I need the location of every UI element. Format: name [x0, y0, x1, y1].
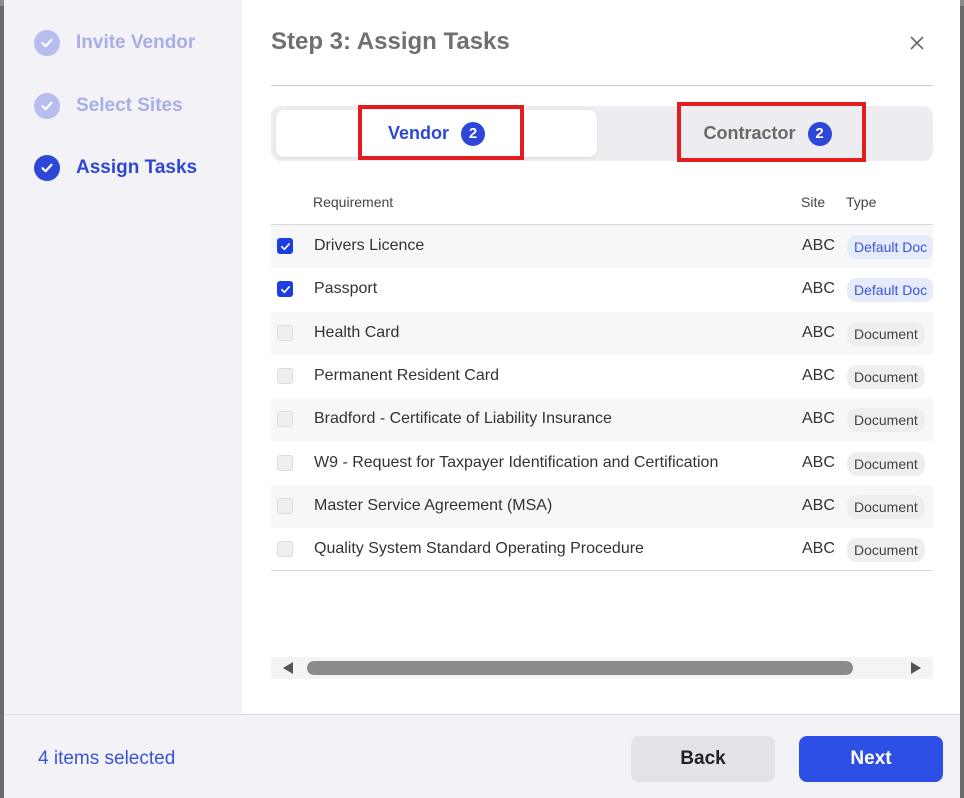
scroll-right-icon[interactable] — [911, 662, 921, 674]
site-value: ABC — [802, 540, 835, 558]
site-value: ABC — [802, 453, 835, 471]
site-value: ABC — [802, 323, 835, 341]
divider — [271, 570, 933, 571]
type-badge: Document — [847, 321, 925, 346]
requirement-name: Passport — [314, 280, 378, 298]
scroll-thumb[interactable] — [307, 661, 853, 675]
requirement-name: Master Service Agreement (MSA) — [314, 496, 553, 514]
checkmark-icon — [280, 285, 290, 293]
checkbox-checked[interactable] — [277, 238, 293, 254]
table-row[interactable]: Drivers Licence ABC Default Doc — [271, 225, 933, 268]
site-value: ABC — [802, 496, 835, 514]
checkbox[interactable] — [277, 367, 293, 384]
table-row[interactable]: Quality System Standard Operating Proced… — [271, 528, 933, 571]
site-value: ABC — [802, 410, 835, 428]
tab-contractor[interactable]: Contractor 2 — [607, 110, 928, 157]
requirement-name: Health Card — [314, 323, 400, 341]
step-label: Invite Vendor — [76, 32, 196, 53]
table-row[interactable]: Bradford - Certificate of Liability Insu… — [271, 398, 933, 442]
requirement-name: Drivers Licence — [314, 237, 425, 254]
step-content: Step 3: Assign Tasks Vendor 2 Contractor… — [242, 0, 960, 714]
close-button[interactable] — [906, 32, 928, 54]
checkbox[interactable] — [277, 411, 293, 428]
tab-label: Contractor — [703, 123, 796, 143]
assign-tasks-modal: Invite Vendor Select Sites Assign Tasks … — [4, 0, 960, 798]
checkbox[interactable] — [277, 324, 293, 341]
site-value: ABC — [802, 237, 835, 254]
checkbox[interactable] — [277, 497, 293, 514]
checkbox[interactable] — [277, 541, 293, 558]
site-value: ABC — [802, 280, 835, 298]
check-circle-icon — [34, 155, 60, 181]
step-assign-tasks[interactable]: Assign Tasks — [34, 153, 197, 183]
step-invite-vendor[interactable]: Invite Vendor — [34, 28, 195, 58]
count-badge: 2 — [461, 121, 485, 146]
type-badge: Document — [847, 494, 925, 519]
step-label: Select Sites — [76, 95, 183, 116]
check-circle-icon — [34, 93, 60, 119]
site-value: ABC — [802, 366, 835, 384]
horizontal-scrollbar[interactable] — [271, 657, 933, 679]
requirement-name: Permanent Resident Card — [314, 366, 499, 384]
type-badge: Document — [847, 408, 925, 433]
table-row[interactable]: Health Card ABC Document — [271, 311, 933, 355]
table-header: Requirement Site Type — [271, 185, 933, 225]
table-row[interactable]: W9 - Request for Taxpayer Identification… — [271, 442, 933, 485]
table-row[interactable]: Permanent Resident Card ABC Document — [271, 355, 933, 398]
requirements-table: Requirement Site Type Drivers Licence ABC… — [271, 185, 933, 571]
requirement-name: W9 - Request for Taxpayer Identification… — [314, 453, 719, 471]
tab-label: Vendor — [387, 123, 449, 143]
requirement-name: Quality System Standard Operating Proced… — [314, 540, 644, 558]
column-header-requirement[interactable]: Requirement — [313, 194, 393, 210]
tab-bar: Vendor 2 Contractor 2 — [271, 106, 933, 161]
scroll-left-icon[interactable] — [283, 662, 293, 674]
type-badge: Document — [847, 538, 925, 563]
check-circle-icon — [34, 30, 60, 56]
step-label: Assign Tasks — [76, 157, 198, 178]
step-select-sites[interactable]: Select Sites — [34, 91, 183, 121]
type-badge: Default Doc — [847, 235, 933, 259]
column-header-type[interactable]: Type — [846, 194, 876, 210]
count-badge: 2 — [807, 121, 832, 146]
close-icon — [910, 36, 924, 50]
column-header-site[interactable]: Site — [801, 194, 825, 210]
modal-footer: 4 items selected Back Next — [4, 714, 960, 798]
checkbox[interactable] — [277, 454, 293, 471]
table-row[interactable]: Passport ABC Default Doc — [271, 268, 933, 311]
type-badge: Default Doc — [847, 278, 933, 303]
checkbox-checked[interactable] — [277, 281, 293, 298]
requirement-name: Bradford - Certificate of Liability Insu… — [314, 410, 612, 428]
tab-vendor[interactable]: Vendor 2 — [276, 110, 597, 157]
wizard-steps-sidebar: Invite Vendor Select Sites Assign Tasks — [4, 0, 242, 714]
page-title: Step 3: Assign Tasks — [271, 28, 510, 55]
divider — [271, 85, 933, 86]
next-button[interactable]: Next — [799, 736, 943, 782]
table-row[interactable]: Master Service Agreement (MSA) ABC Documen… — [271, 484, 933, 528]
checkmark-icon — [280, 242, 290, 250]
selected-count: 4 items selected — [38, 748, 176, 769]
back-button[interactable]: Back — [631, 736, 775, 782]
type-badge: Document — [847, 451, 925, 476]
type-badge: Document — [847, 364, 925, 389]
